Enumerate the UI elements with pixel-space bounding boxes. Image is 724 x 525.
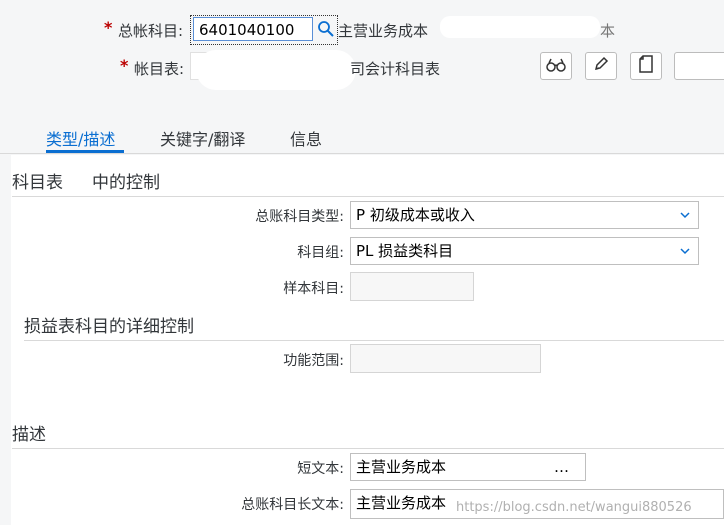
redaction-mask (196, 50, 356, 90)
search-icon[interactable] (317, 20, 335, 42)
required-marker: * (120, 56, 129, 75)
chart-of-accounts-description: 司会计科目表 (350, 60, 441, 78)
redaction-mask (450, 456, 546, 478)
long-text-label: 总账科目长文本: (241, 497, 344, 513)
tab-type-description[interactable]: 类型/描述 (46, 126, 115, 150)
chart-of-accounts-label: 帐目表: (134, 60, 185, 78)
watermark-text: https://blog.csdn.net/wangui880526 (456, 500, 692, 515)
functional-area-label: 功能范围: (283, 353, 344, 369)
short-text-ellipsis: … (554, 458, 569, 476)
account-group-value: PL 损益类科目 (356, 242, 454, 260)
short-text-value: 主营业务成本 (356, 458, 447, 476)
pencil-icon (593, 56, 609, 76)
section-divider (12, 448, 724, 449)
tab-information[interactable]: 信息 (290, 126, 322, 150)
copy-button[interactable] (630, 52, 662, 80)
account-group-label: 科目组: (297, 245, 344, 261)
sample-account-label: 样本科目: (283, 281, 344, 297)
section-title-pl-detail: 损益表科目的详细控制 (24, 317, 194, 337)
document-icon (639, 55, 653, 77)
short-text-label: 短文本: (297, 461, 344, 477)
edit-button[interactable] (585, 52, 617, 80)
tab-bar-divider (0, 153, 724, 154)
required-marker: * (104, 18, 113, 37)
gl-account-input[interactable]: 6401040100 (193, 17, 313, 41)
glasses-icon (546, 57, 566, 76)
section-title-control: 中的控制 (92, 173, 160, 193)
gl-account-description-tail: 本 (600, 22, 616, 40)
section-title-chart: 科目表 (12, 173, 63, 193)
redaction-mask (440, 16, 600, 38)
account-type-value: P 初级成本或收入 (356, 206, 475, 224)
gl-account-description: 主营业务成本 (338, 22, 429, 40)
account-group-select[interactable]: PL 损益类科目 (350, 237, 699, 265)
account-type-label: 总账科目类型: (255, 209, 344, 225)
account-type-select[interactable]: P 初级成本或收入 (350, 201, 699, 229)
sample-account-input[interactable] (350, 272, 474, 301)
gl-account-label: 总帐科目: (118, 22, 184, 40)
section-divider (24, 340, 724, 341)
section-title-description: 描述 (12, 425, 46, 445)
long-text-value: 主营业务成本 (356, 494, 447, 512)
section-divider (12, 196, 724, 197)
display-button[interactable] (540, 52, 572, 80)
more-button[interactable] (674, 52, 724, 80)
chevron-down-icon (680, 212, 690, 219)
functional-area-input[interactable] (350, 344, 541, 373)
tab-keywords-translation[interactable]: 关键字/翻译 (160, 126, 245, 150)
chevron-down-icon (680, 248, 690, 255)
